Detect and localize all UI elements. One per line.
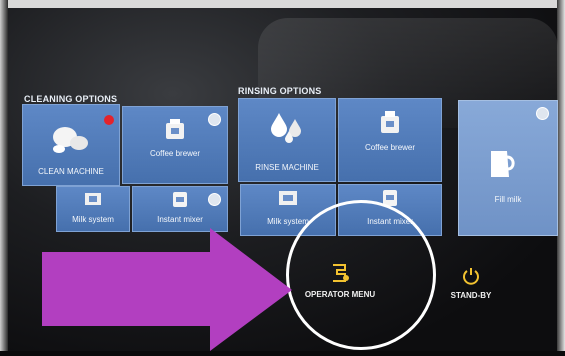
cleaning-milk-system-label: Milk system xyxy=(72,215,114,224)
milk-system-icon xyxy=(81,191,105,214)
rinse-machine-label: RINSE MACHINE xyxy=(255,163,319,172)
coffee-brewer-icon xyxy=(375,109,405,142)
rinsing-coffee-brewer-tile[interactable]: Coffee brewer xyxy=(338,98,442,182)
info-badge-icon xyxy=(208,193,221,206)
cleaning-coffee-brewer-tile[interactable]: Coffee brewer xyxy=(122,106,228,184)
frame-left-edge xyxy=(0,0,8,351)
rinsing-options-title: RINSING OPTIONS xyxy=(238,86,322,96)
frame-right-edge xyxy=(557,0,565,351)
highlight-circle xyxy=(286,200,436,350)
clean-machine-label: CLEAN MACHINE xyxy=(38,167,104,176)
standby-label: STAND-BY xyxy=(450,291,492,300)
display-frame: CLEANING OPTIONS RINSING OPTIONS CLEAN M… xyxy=(0,0,565,351)
standby-button[interactable]: STAND-BY xyxy=(446,266,496,300)
rinsing-coffee-brewer-label: Coffee brewer xyxy=(364,143,416,152)
cleaning-coffee-brewer-label: Coffee brewer xyxy=(149,149,201,158)
coffee-brewer-icon xyxy=(160,117,190,148)
fill-milk-label: Fill milk xyxy=(494,195,522,204)
cleaning-options-title: CLEANING OPTIONS xyxy=(24,94,118,104)
alert-indicator-icon xyxy=(104,115,114,125)
instant-mixer-icon xyxy=(168,191,192,214)
cleaning-tablets-icon xyxy=(49,123,93,162)
rinse-machine-tile[interactable]: RINSE MACHINE xyxy=(238,98,336,182)
milk-system-icon xyxy=(275,189,301,214)
power-icon xyxy=(461,266,481,288)
info-badge-icon xyxy=(536,107,549,120)
info-badge-icon xyxy=(208,113,221,126)
cleaning-instant-mixer-label: Instant mixer xyxy=(157,215,203,224)
milk-jug-icon xyxy=(487,147,515,186)
water-drops-icon xyxy=(267,109,307,148)
pointer-arrow-icon xyxy=(42,228,302,356)
frame-top-edge xyxy=(0,0,565,8)
cleaning-milk-system-tile[interactable]: Milk system xyxy=(56,186,130,232)
fill-milk-tile[interactable]: Fill milk xyxy=(458,100,558,236)
cleaning-instant-mixer-tile[interactable]: Instant mixer xyxy=(132,186,228,232)
